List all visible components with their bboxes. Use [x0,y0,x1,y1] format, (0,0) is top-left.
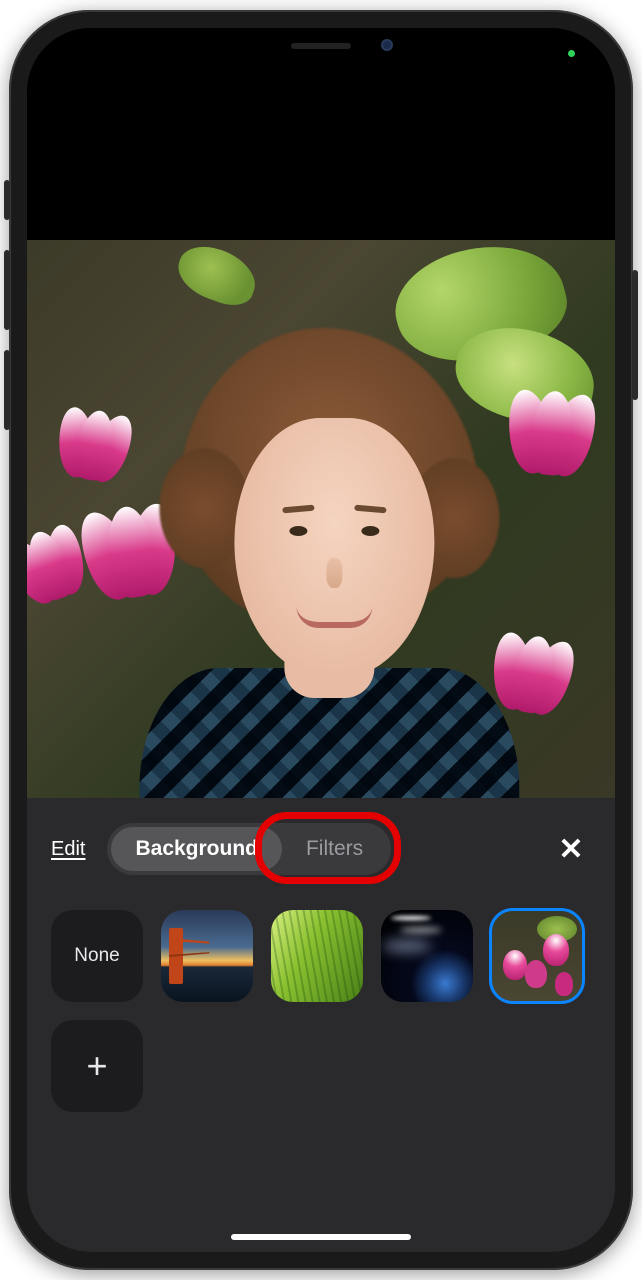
segmented-control: Background Filters [107,823,391,875]
front-camera [381,39,393,51]
notch [201,28,441,64]
volume-up-button [4,250,10,330]
foliage-icon [171,240,263,312]
background-option-earth[interactable] [381,910,473,1002]
background-option-bridge[interactable] [161,910,253,1002]
earpiece-speaker [291,43,351,49]
video-preview[interactable] [27,240,615,798]
close-icon: ✕ [558,833,583,866]
volume-down-button [4,350,10,430]
effects-panel: Edit Background Filters ✕ None + [27,798,615,1252]
phone-frame: Edit Background Filters ✕ None + [9,10,633,1270]
side-button [632,270,638,400]
add-background-button[interactable]: + [51,1020,143,1112]
selfie-subject [119,318,539,798]
tab-filters[interactable]: Filters [282,827,387,871]
background-thumbnails: None + [51,910,591,1112]
mute-switch [4,180,10,220]
screen: Edit Background Filters ✕ None + [27,28,615,1252]
plus-icon: + [86,1045,107,1087]
camera-indicator-dot [568,50,575,57]
edit-button[interactable]: Edit [51,838,85,861]
background-option-none[interactable]: None [51,910,143,1002]
background-option-tulips[interactable] [491,910,583,1002]
panel-header-row: Edit Background Filters ✕ [51,818,591,880]
tab-background[interactable]: Background [111,827,282,871]
home-indicator[interactable] [231,1234,411,1240]
background-option-grass[interactable] [271,910,363,1002]
close-button[interactable]: ✕ [551,832,591,867]
